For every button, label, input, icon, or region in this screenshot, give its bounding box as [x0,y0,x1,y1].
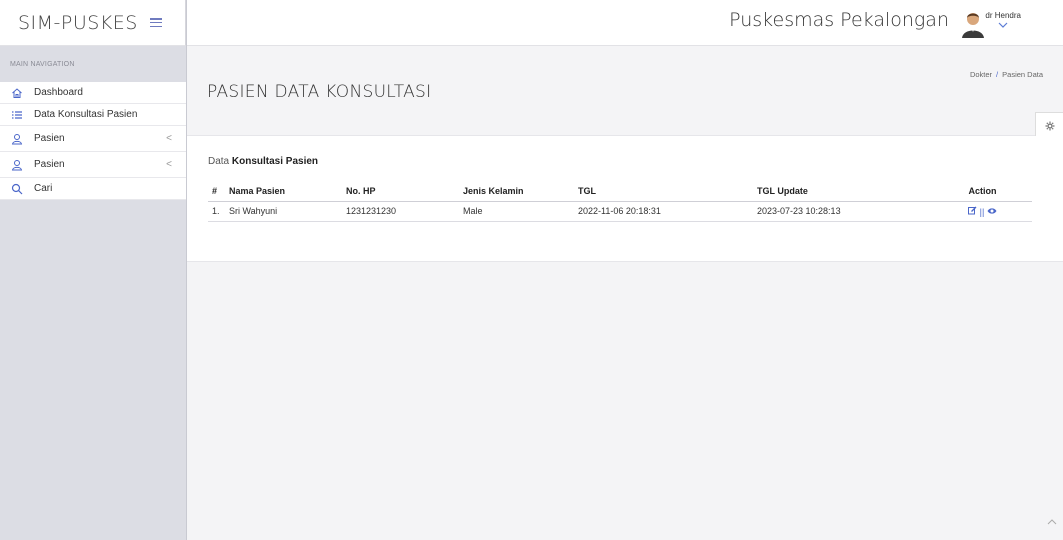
home-icon [10,86,24,100]
consultation-panel: Data Konsultasi Pasien # Nama Pasien No.… [187,136,1063,262]
panel-title-prefix: Data [208,156,230,167]
breadcrumb: Dokter / Pasien Data [970,70,1043,79]
content-header: PASIEN DATA KONSULTASI Dokter / Pasien Dat… [187,46,1063,140]
breadcrumb-item-pasien-data: Pasien Data [1002,70,1043,79]
sidebar-item-dashboard[interactable]: Dashboard [0,82,186,104]
chevron-down-icon [985,20,1021,31]
consultation-table: # Nama Pasien No. HP Jenis Kelamin TGL T… [208,181,1032,222]
sidebar-item-label: Data Konsultasi Pasien [34,109,138,120]
hospital-name: Puskesmas Pekalongan [729,9,949,31]
brand-title: SIM-PUSKES [18,11,138,34]
sidebar-item-label: Cari [34,183,53,194]
panel-title: Data Konsultasi Pasien [208,156,318,167]
breadcrumb-separator: / [996,70,999,79]
edit-icon[interactable] [968,206,980,217]
cell-actions: || [933,201,1032,222]
col-nama-pasien: Nama Pasien [229,181,346,202]
sidebar-item-label: Pasien [34,159,65,170]
col-no-hp: No. HP [346,181,463,202]
page-title: PASIEN DATA KONSULTASI [207,82,432,102]
scroll-top-icon[interactable] [1047,516,1057,528]
action-separator: || [979,206,985,217]
col-tgl: TGL [578,181,757,202]
table-row: 1. Sri Wahyuni 1231231230 Male 2022-11-0… [208,201,1032,222]
topbar: Puskesmas Pekalongan dr Hendra [187,0,1063,46]
cell-number: 1. [208,201,229,222]
col-jenis-kelamin: Jenis Kelamin [463,181,578,202]
chevron-left-icon: < [166,133,172,144]
eye-icon[interactable] [987,207,997,217]
sidebar-item-cari[interactable]: Cari [0,178,186,200]
user-menu[interactable]: dr Hendra [985,11,1021,31]
table-header-row: # Nama Pasien No. HP Jenis Kelamin TGL T… [208,181,1032,202]
nav-list: Dashboard Data Konsultasi Pasien Pasien … [0,82,186,200]
col-tgl-update: TGL Update [757,181,933,202]
cell-tgl-update: 2023-07-23 10:28:13 [757,201,933,222]
user-name: dr Hendra [985,11,1021,20]
brand-bar: SIM-PUSKES [0,0,186,46]
nav-header: MAIN NAVIGATION [10,60,75,68]
sidebar-item-data-konsultasi[interactable]: Data Konsultasi Pasien [0,104,186,126]
hamburger-icon[interactable] [149,18,162,27]
list-icon [10,108,24,122]
cell-tgl: 2022-11-06 20:18:31 [578,201,757,222]
breadcrumb-item-dokter[interactable]: Dokter [970,70,992,79]
user-icon [10,132,24,146]
col-action: Action [933,181,1032,202]
cell-nama-pasien: Sri Wahyuni [229,201,346,222]
chevron-left-icon: < [166,159,172,170]
sidebar-item-label: Dashboard [34,87,83,98]
col-number: # [208,181,229,202]
user-icon [10,158,24,172]
sidebar-item-pasien-2[interactable]: Pasien < [0,152,186,178]
avatar[interactable] [959,10,987,38]
panel-title-bold: Konsultasi Pasien [231,156,319,167]
sidebar-item-label: Pasien [34,133,65,144]
sidebar-item-pasien[interactable]: Pasien < [0,126,186,152]
cell-no-hp: 1231231230 [346,201,463,222]
sidebar: SIM-PUSKES MAIN NAVIGATION Dashboard Dat… [0,0,187,540]
cell-jenis-kelamin: Male [463,201,578,222]
search-icon [10,182,24,196]
